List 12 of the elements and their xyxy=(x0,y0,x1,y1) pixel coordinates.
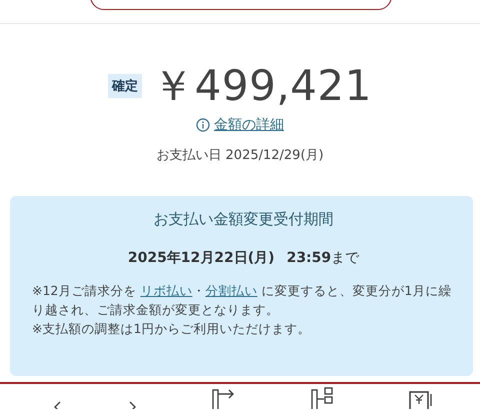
note-text: ※12月ご請求分を リボ払い・分割払い に変更すると、変更分が1月に繰り越され、ご請求金額が変更となります。 xyxy=(32,282,452,319)
status-badge: 確定 xyxy=(108,74,142,98)
payment-option-link[interactable]: 分割払い xyxy=(205,283,258,298)
note-text: ※支払額の調整は1円からご利用いただけます。 xyxy=(32,320,312,338)
payment-option-link[interactable]: リボ払い xyxy=(140,283,192,298)
panel-title: お支払い金額変更受付期間 xyxy=(154,210,334,229)
deadline-date: 2025年12月22日(月) xyxy=(128,249,275,267)
deadline-time: 23:59 まで xyxy=(286,249,360,267)
details-link[interactable]: 金額の詳細 xyxy=(214,116,284,134)
payment-date: お支払い日 2025/12/29(月) xyxy=(156,147,324,164)
info-icon xyxy=(196,118,210,132)
amount: ￥499,421 xyxy=(152,62,372,110)
